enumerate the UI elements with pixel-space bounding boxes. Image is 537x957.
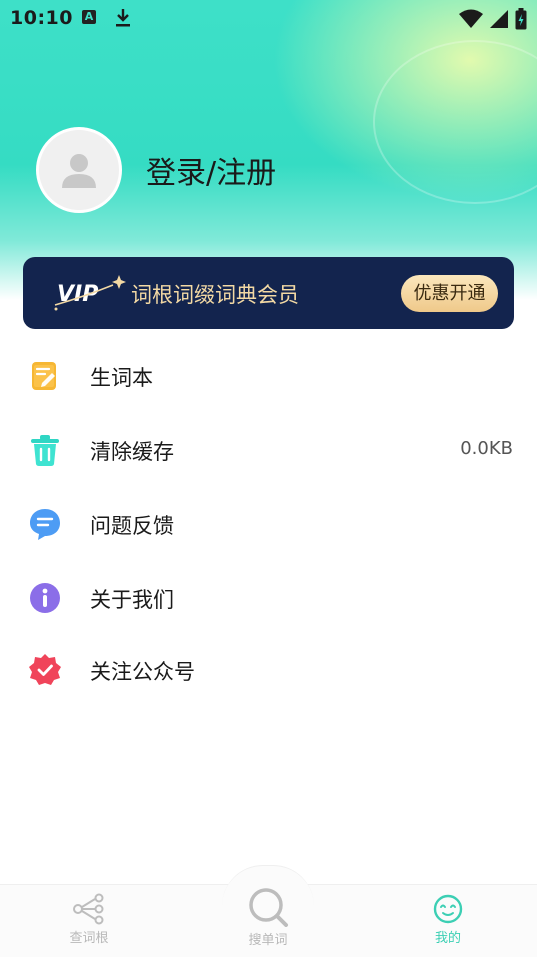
status-time: 10:10	[10, 7, 73, 29]
notebook-icon	[32, 362, 56, 390]
a-notification-icon: A	[82, 10, 96, 24]
wifi-icon	[459, 9, 483, 28]
menu-item-label: 问题反馈	[90, 514, 174, 538]
search-icon	[249, 888, 288, 927]
feedback-icon	[30, 509, 60, 540]
tab-mine[interactable]: 我的	[403, 893, 493, 946]
badge-check-icon	[29, 654, 61, 685]
menu-item-follow-official-account[interactable]: 关注公众号	[0, 640, 537, 700]
signal-icon	[490, 10, 508, 28]
vip-title: 词根词缀词典会员	[131, 283, 299, 307]
menu-item-label: 生词本	[90, 366, 153, 390]
status-bar: 10:10 A	[0, 0, 537, 36]
profile-section[interactable]: 登录/注册	[36, 127, 276, 213]
profile-face-icon	[433, 894, 463, 924]
info-icon	[30, 583, 60, 613]
menu-item-vocabulary-book[interactable]: 生词本	[0, 346, 537, 406]
menu-item-label: 关注公众号	[90, 660, 195, 684]
bottom-tab-bar: 查词根 搜单词 我的	[0, 865, 537, 957]
battery-icon	[515, 8, 527, 30]
vip-logo-icon: VIP	[54, 275, 126, 311]
tab-search-word[interactable]: 搜单词	[223, 885, 313, 948]
cache-size-value: 0.0KB	[460, 438, 513, 459]
tab-label: 我的	[434, 931, 461, 946]
root-tree-icon	[73, 893, 104, 925]
menu-item-feedback[interactable]: 问题反馈	[0, 494, 537, 554]
vip-banner[interactable]: VIP 词根词缀词典会员 优惠开通	[23, 257, 514, 329]
menu-item-clear-cache[interactable]: 清除缓存 0.0KB	[0, 420, 537, 480]
menu-item-about-us[interactable]: 关于我们	[0, 568, 537, 628]
menu-item-label: 关于我们	[90, 588, 174, 612]
download-icon	[116, 9, 130, 27]
status-right-icons	[459, 8, 527, 30]
login-register-link[interactable]: 登录/注册	[146, 148, 276, 192]
vip-open-button[interactable]: 优惠开通	[401, 275, 498, 312]
trash-icon	[31, 435, 59, 466]
tab-root-lookup[interactable]: 查词根	[44, 893, 134, 946]
user-icon	[62, 154, 96, 188]
avatar[interactable]	[36, 127, 122, 213]
menu-item-label: 清除缓存	[90, 440, 174, 464]
tab-label: 搜单词	[248, 933, 288, 948]
tab-label: 查词根	[69, 931, 109, 946]
